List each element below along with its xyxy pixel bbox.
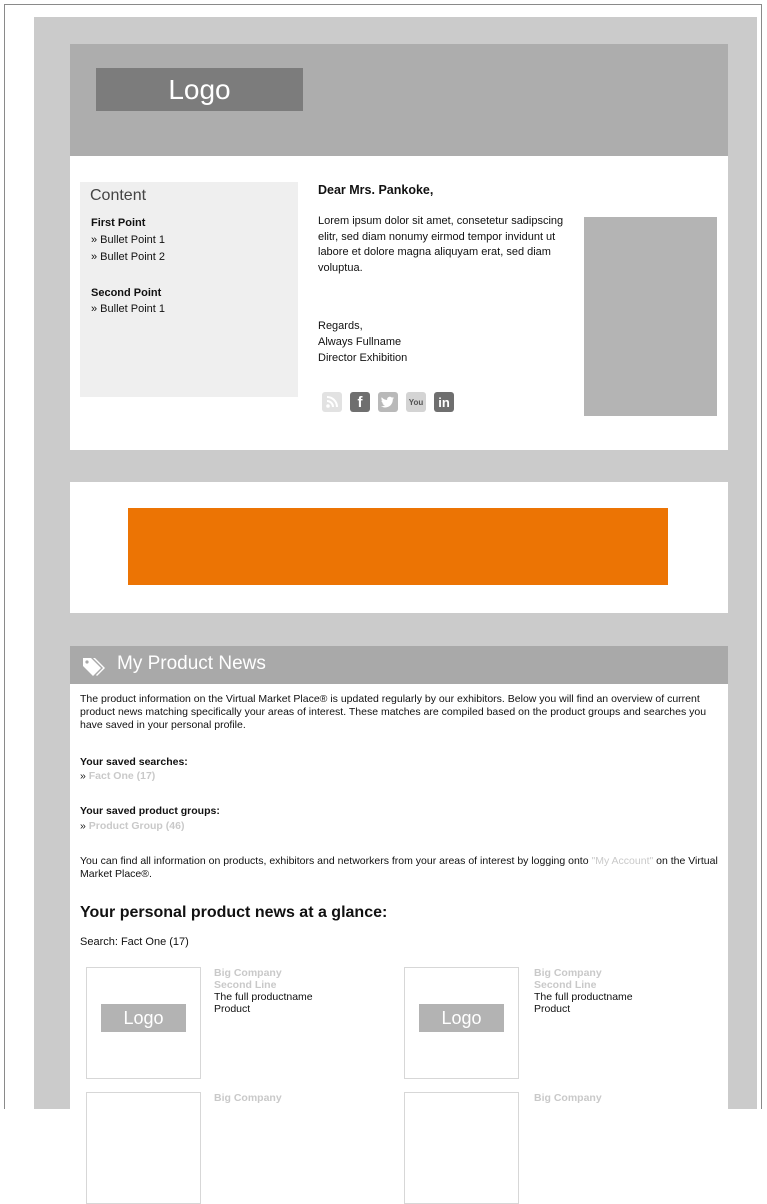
sidebar-section-heading[interactable]: First Point: [91, 216, 145, 231]
letter-signature: Regards, Always Fullname Director Exhibi…: [318, 318, 407, 366]
product-company-line2: Second Line: [214, 979, 277, 991]
product-company: Big Company: [214, 1092, 282, 1104]
product-logo: Logo: [419, 1004, 504, 1032]
product-company: Big Company: [534, 967, 602, 979]
product-type: Product: [534, 1003, 571, 1015]
news-info-text: You can find all information on products…: [80, 855, 720, 881]
twitter-icon[interactable]: [378, 392, 398, 412]
product-info[interactable]: Big Company: [214, 1092, 282, 1104]
signature-title: Director Exhibition: [318, 352, 408, 364]
product-info[interactable]: Big Company Second Line The full product…: [214, 967, 313, 1015]
info-text-before: You can find all information on products…: [80, 855, 592, 867]
sidebar-bullet-link[interactable]: » Bullet Point 1: [91, 302, 165, 317]
product-info[interactable]: Big Company: [534, 1092, 602, 1104]
saved-search-item[interactable]: » Fact One (17): [80, 770, 155, 782]
saved-groups-label: Your saved product groups:: [80, 805, 220, 817]
saved-group-link[interactable]: Product Group (46): [89, 820, 185, 832]
facebook-icon[interactable]: f: [350, 392, 370, 412]
youtube-icon[interactable]: You: [406, 392, 426, 412]
saved-search-link[interactable]: Fact One (17): [89, 770, 156, 782]
linkedin-icon[interactable]: in: [434, 392, 454, 412]
tag-icon: [82, 656, 108, 683]
sidebar-bullet-link[interactable]: » Bullet Point 2: [91, 250, 165, 265]
product-news-title: My Product News: [117, 653, 266, 674]
arrow-glyph: »: [80, 770, 86, 782]
product-type: Product: [214, 1003, 251, 1015]
sidebar-section-heading[interactable]: Second Point: [91, 286, 161, 301]
arrow-glyph: »: [80, 820, 86, 832]
my-account-link[interactable]: "My Account": [591, 855, 653, 867]
letter-paragraph: Lorem ipsum dolor sit amet, consetetur s…: [318, 215, 564, 274]
glance-heading: Your personal product news at a glance:: [80, 904, 388, 921]
product-info[interactable]: Big Company Second Line The full product…: [534, 967, 633, 1015]
product-name: The full productname: [214, 991, 313, 1003]
social-links: f You in: [322, 392, 454, 412]
rss-icon[interactable]: [322, 392, 342, 412]
news-intro-text: The product information on the Virtual M…: [80, 693, 707, 731]
product-name: The full productname: [534, 991, 633, 1003]
product-company-line2: Second Line: [534, 979, 597, 991]
saved-group-item[interactable]: » Product Group (46): [80, 820, 184, 832]
content-sidebar-title: Content: [90, 187, 147, 204]
product-company: Big Company: [534, 1092, 602, 1104]
product-image[interactable]: Logo: [404, 967, 519, 1079]
product-company: Big Company: [214, 967, 282, 979]
header-logo[interactable]: Logo: [96, 68, 303, 111]
letter-closing: Regards,: [318, 320, 363, 332]
letter-body: Lorem ipsum dolor sit amet, consetetur s…: [318, 214, 576, 276]
saved-searches-label: Your saved searches:: [80, 756, 188, 768]
portrait-image-placeholder: [584, 217, 717, 416]
product-logo: Logo: [101, 1004, 186, 1032]
orange-banner[interactable]: [128, 508, 668, 585]
sidebar-bullet-link[interactable]: » Bullet Point 1: [91, 233, 165, 248]
product-image[interactable]: Logo: [86, 967, 201, 1079]
signature-name: Always Fullname: [318, 336, 402, 348]
letter-salutation: Dear Mrs. Pankoke,: [318, 183, 434, 197]
search-label: Search: Fact One (17): [80, 936, 189, 948]
